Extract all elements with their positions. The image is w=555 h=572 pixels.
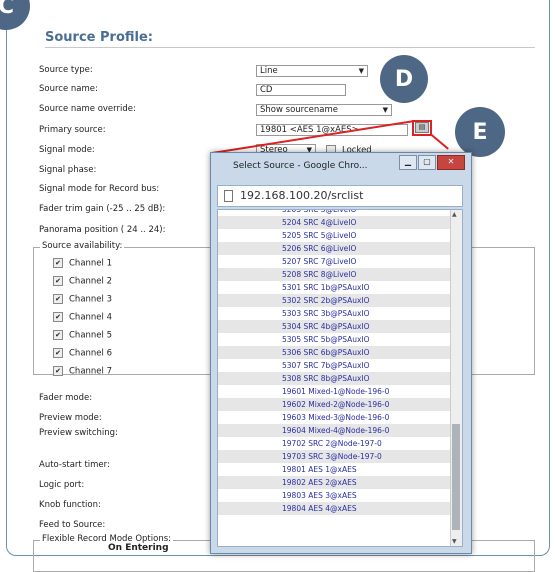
source-list-item[interactable]: 5305 SRC 5b@PSAuxIO xyxy=(218,333,451,346)
label-source-type: Source type: xyxy=(39,65,93,75)
channel-1-checkbox[interactable]: ✔ Channel 1 xyxy=(53,258,112,269)
scroll-down-icon[interactable]: ▼ xyxy=(452,538,457,545)
source-list: 5203 SRC 3@LiveIO 5204 SRC 4@LiveIO 5205 S… xyxy=(217,209,463,547)
window-controls: ▁ ▢ ✕ xyxy=(399,155,465,170)
source-list-item[interactable]: 5306 SRC 6b@PSAuxIO xyxy=(218,346,451,359)
check-icon: ✔ xyxy=(53,348,63,358)
close-icon[interactable]: ✕ xyxy=(437,155,465,170)
check-icon: ✔ xyxy=(53,294,63,304)
address-bar[interactable]: 192.168.100.20/srclist xyxy=(217,185,463,207)
label-fader-mode: Fader mode: xyxy=(39,393,93,403)
channel-label: Channel 4 xyxy=(69,312,113,323)
label-source-name: Source name: xyxy=(39,84,98,94)
scrollbar-thumb[interactable] xyxy=(452,424,460,530)
label-preview-mode: Preview mode: xyxy=(39,413,102,423)
source-list-item[interactable]: 19604 Mixed-4@Node-196-0 xyxy=(218,424,451,437)
channel-6-checkbox[interactable]: ✔ Channel 6 xyxy=(53,348,112,359)
label-signal-mode: Signal mode: xyxy=(39,145,95,155)
source-list-item[interactable]: 5203 SRC 3@LiveIO xyxy=(218,210,451,216)
label-preview-switching: Preview switching: xyxy=(39,428,118,438)
source-list-item[interactable]: 19801 AES 1@xAES xyxy=(218,463,451,476)
source-list-item[interactable]: 5206 SRC 6@LiveIO xyxy=(218,242,451,255)
source-list-item[interactable]: 5204 SRC 4@LiveIO xyxy=(218,216,451,229)
channel-label: Channel 1 xyxy=(69,258,113,269)
channel-label: Channel 2 xyxy=(69,276,113,287)
scrollbar[interactable]: ▲ ▼ xyxy=(450,210,462,546)
chevron-down-icon: ▼ xyxy=(358,67,364,75)
badge-e: E xyxy=(455,107,505,157)
select-source-window: Select Source - Google Chro... ▁ ▢ ✕ 192… xyxy=(210,152,472,554)
source-type-select[interactable]: Line ▼ xyxy=(256,65,368,77)
check-icon: ✔ xyxy=(53,366,63,376)
source-list-item[interactable]: 19703 SRC 3@Node-197-0 xyxy=(218,450,451,463)
source-list-item[interactable]: 5207 SRC 7@LiveIO xyxy=(218,255,451,268)
source-list-item[interactable]: 5301 SRC 1b@PSAuxIO xyxy=(218,281,451,294)
check-icon: ✔ xyxy=(53,258,63,268)
check-icon: ✔ xyxy=(53,276,63,286)
title-divider xyxy=(45,47,535,48)
label-auto-start: Auto-start timer: xyxy=(39,460,110,470)
popup-title: Select Source - Google Chro... xyxy=(233,161,368,171)
check-icon: ✔ xyxy=(53,312,63,322)
source-list-item[interactable]: 19702 SRC 2@Node-197-0 xyxy=(218,437,451,450)
section-title: Source Profile: xyxy=(45,30,153,45)
source-list-item[interactable]: 19603 Mixed-3@Node-196-0 xyxy=(218,411,451,424)
label-logic-port: Logic port: xyxy=(39,480,85,490)
label-primary-source: Primary source: xyxy=(39,125,106,135)
source-list-item[interactable]: 5205 SRC 5@LiveIO xyxy=(218,229,451,242)
source-name-override-value: Show sourcename xyxy=(260,105,338,115)
channel-2-checkbox[interactable]: ✔ Channel 2 xyxy=(53,276,112,287)
scroll-up-icon[interactable]: ▲ xyxy=(452,211,457,218)
check-icon: ✔ xyxy=(53,330,63,340)
source-list-item[interactable]: 5208 SRC 8@LiveIO xyxy=(218,268,451,281)
source-list-item[interactable]: 19602 Mixed-2@Node-196-0 xyxy=(218,398,451,411)
source-list-item[interactable]: 5303 SRC 3b@PSAuxIO xyxy=(218,307,451,320)
source-list-item[interactable]: 19803 AES 3@xAES xyxy=(218,489,451,502)
channel-7-checkbox[interactable]: ✔ Channel 7 xyxy=(53,366,112,377)
maximize-icon[interactable]: ▢ xyxy=(418,155,436,170)
channel-4-checkbox[interactable]: ✔ Channel 4 xyxy=(53,312,112,323)
label-fader-trim: Fader trim gain (-25 .. 25 dB): xyxy=(39,204,166,214)
channel-5-checkbox[interactable]: ✔ Channel 5 xyxy=(53,330,112,341)
chevron-down-icon: ▼ xyxy=(382,106,388,114)
label-source-name-override: Source name override: xyxy=(39,104,136,114)
label-signal-phase: Signal phase: xyxy=(39,165,97,175)
channel-3-checkbox[interactable]: ✔ Channel 3 xyxy=(53,294,112,305)
label-knob-function: Knob function: xyxy=(39,500,101,510)
source-picker-icon[interactable]: ▤ xyxy=(415,122,429,133)
label-panorama: Panorama position ( 24 .. 24): xyxy=(39,225,166,235)
source-list-item[interactable]: 19802 AES 2@xAES xyxy=(218,476,451,489)
minimize-icon[interactable]: ▁ xyxy=(399,155,417,170)
page-icon xyxy=(224,190,233,202)
source-name-input[interactable]: CD xyxy=(256,84,346,96)
source-list-item[interactable]: 5308 SRC 8b@PSAuxIO xyxy=(218,372,451,385)
source-name-override-select[interactable]: Show sourcename ▼ xyxy=(256,104,392,116)
address-url: 192.168.100.20/srclist xyxy=(240,189,364,202)
channel-label: Channel 3 xyxy=(69,294,113,305)
source-list-item[interactable]: 5307 SRC 7b@PSAuxIO xyxy=(218,359,451,372)
label-signal-mode-record: Signal mode for Record bus: xyxy=(39,184,160,194)
badge-d: D xyxy=(380,55,428,103)
on-entering-label: On Entering xyxy=(108,543,169,553)
channel-label: Channel 7 xyxy=(69,366,113,377)
source-type-value: Line xyxy=(260,66,278,76)
source-list-item[interactable]: 5304 SRC 4b@PSAuxIO xyxy=(218,320,451,333)
channel-label: Channel 6 xyxy=(69,348,113,359)
channel-label: Channel 5 xyxy=(69,330,113,341)
source-availability-legend: Source availability: xyxy=(40,241,125,251)
source-list-item[interactable]: 5302 SRC 2b@PSAuxIO xyxy=(218,294,451,307)
source-list-item[interactable]: 19804 AES 4@xAES xyxy=(218,502,451,515)
label-feed-to-source: Feed to Source: xyxy=(39,520,106,530)
source-list-item[interactable]: 19601 Mixed-1@Node-196-0 xyxy=(218,385,451,398)
